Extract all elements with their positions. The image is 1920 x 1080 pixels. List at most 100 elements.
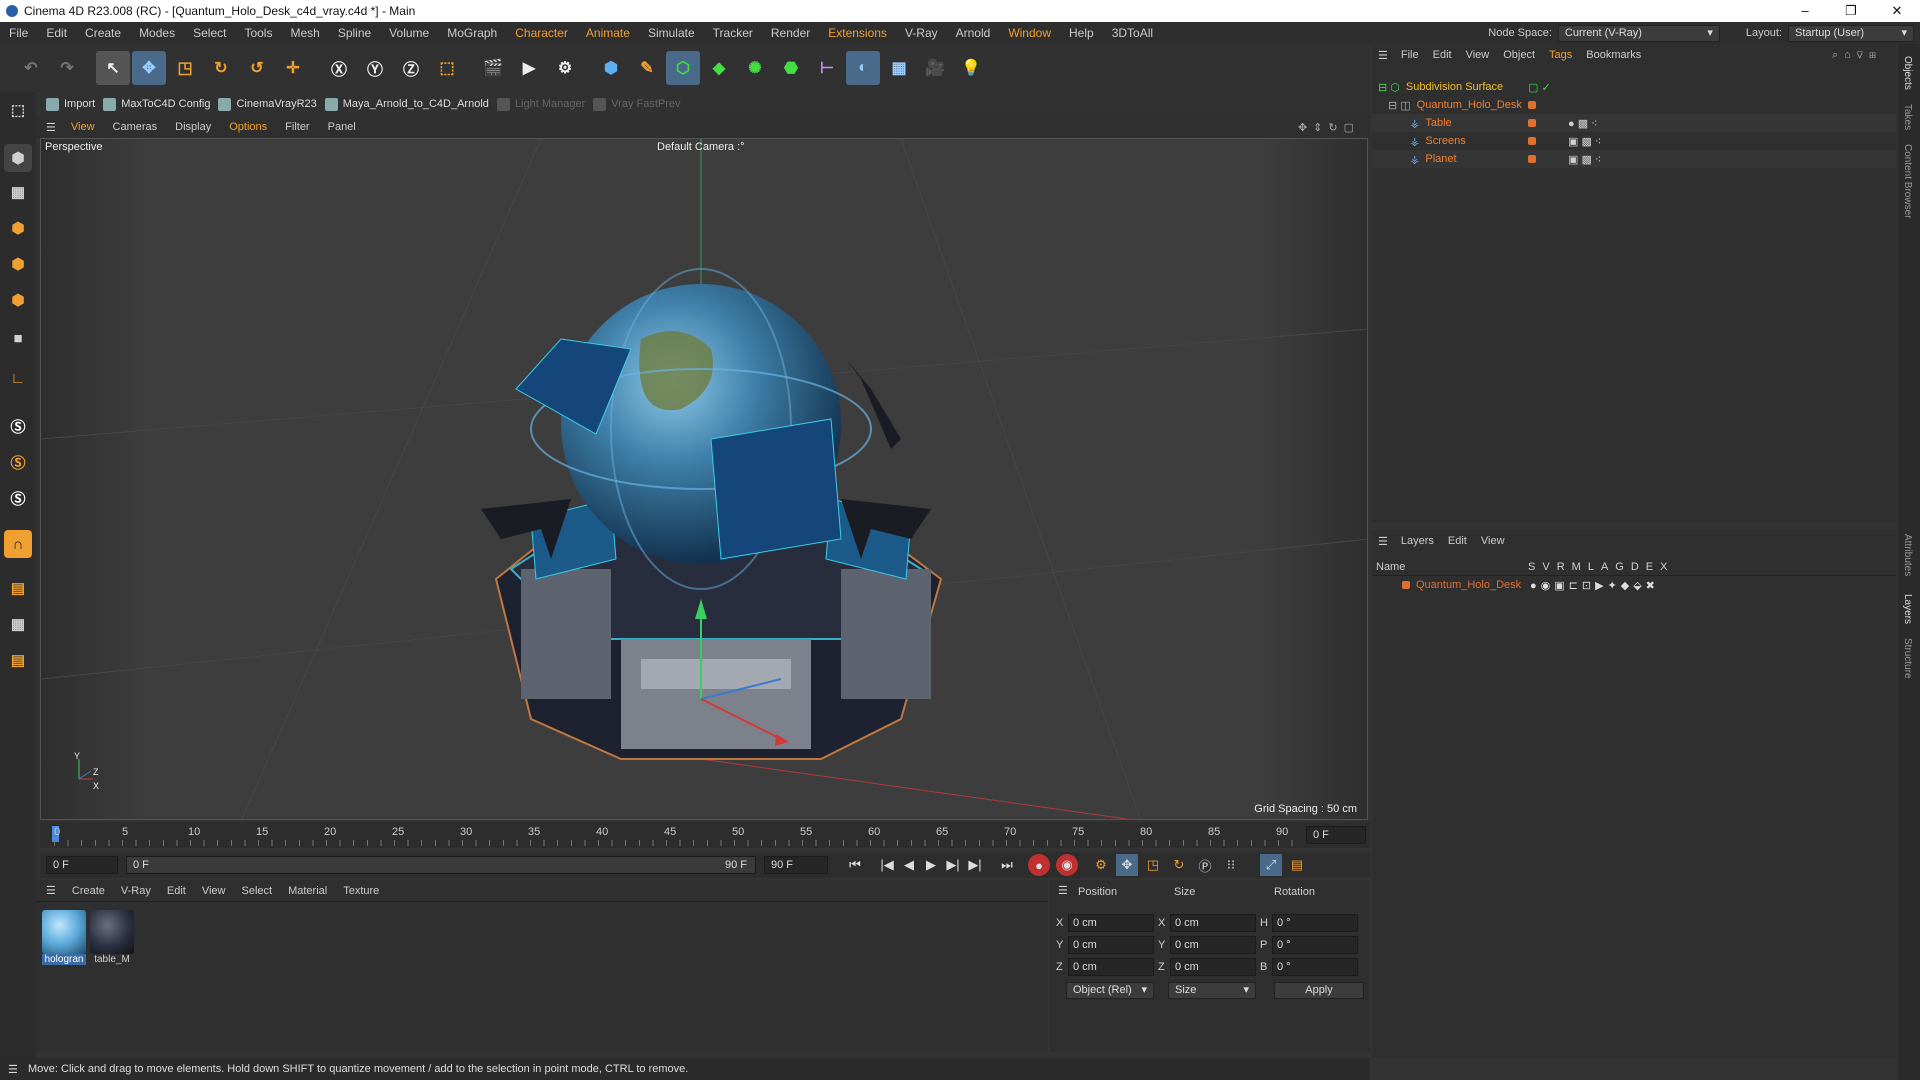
workplane-icon[interactable]: ▤ xyxy=(4,574,32,602)
menu-animate[interactable]: Animate xyxy=(577,26,639,40)
undo-icon[interactable]: ↶ xyxy=(14,51,48,85)
x-axis-lock-icon[interactable]: Ⓧ xyxy=(322,51,356,85)
viewport-nav-icons[interactable]: ✥⇕↻▢ xyxy=(1298,121,1360,134)
viewport-menu-view[interactable]: View xyxy=(62,121,104,133)
viewport-menu-panel[interactable]: Panel xyxy=(319,121,365,133)
plugin-maxtoc4d[interactable]: MaxToC4D Config xyxy=(103,97,210,111)
record-icon[interactable]: ● xyxy=(1028,854,1050,876)
viewport-camera[interactable]: Default Camera :° xyxy=(657,141,745,153)
menu-help[interactable]: Help xyxy=(1060,26,1103,40)
menu-tracker[interactable]: Tracker xyxy=(704,26,762,40)
viewport-menu-display[interactable]: Display xyxy=(166,121,220,133)
object-checkmark-icon[interactable]: ▢ ✓ xyxy=(1528,81,1551,94)
menu-mograph[interactable]: MoGraph xyxy=(438,26,506,40)
plugin-vray-fastprev[interactable]: Vray FastPrev xyxy=(593,97,681,111)
current-frame-field[interactable]: 0 F xyxy=(1306,826,1366,844)
material-menu-vray[interactable]: V-Ray xyxy=(113,885,159,897)
3d-viewport[interactable]: Perspective Default Camera :° Grid Spaci… xyxy=(40,138,1368,820)
menu-create[interactable]: Create xyxy=(76,26,130,40)
material-menu-icon[interactable]: ☰ xyxy=(36,884,64,897)
tab-takes[interactable]: Takes xyxy=(1902,104,1913,130)
material-menu-create[interactable]: Create xyxy=(64,885,113,897)
tab-objects[interactable]: Objects xyxy=(1902,56,1913,90)
add-tool-icon[interactable]: ✛ xyxy=(276,51,310,85)
menu-mesh[interactable]: Mesh xyxy=(281,26,328,40)
render-settings-icon[interactable]: ⚙ xyxy=(548,51,582,85)
status-menu-icon[interactable]: ☰ xyxy=(8,1063,18,1076)
z-axis-lock-icon[interactable]: Ⓩ xyxy=(394,51,428,85)
recent-tool-icon[interactable]: ↺ xyxy=(240,51,274,85)
motion-system-icon[interactable]: ⤢ xyxy=(1260,854,1282,876)
menu-3dtoall[interactable]: 3DToAll xyxy=(1103,26,1162,40)
start-frame-field[interactable]: 0 F xyxy=(46,856,118,874)
tab-content-browser[interactable]: Content Browser xyxy=(1902,144,1913,218)
keyframe-selection-icon[interactable]: ⚙ xyxy=(1090,854,1112,876)
extrude-icon[interactable]: ◆ xyxy=(702,51,736,85)
scale-tool-icon[interactable]: ◳ xyxy=(168,51,202,85)
menu-edit[interactable]: Edit xyxy=(37,26,76,40)
quantize-icon[interactable]: Ⓢ xyxy=(4,484,32,512)
menu-select[interactable]: Select xyxy=(184,26,235,40)
layer-menu-view[interactable]: View xyxy=(1474,535,1512,547)
layer-flag-icons[interactable]: ●◉▣⊏⊡▶✦◆⬙✖ xyxy=(1530,579,1659,592)
model-mode-icon[interactable]: ⬢ xyxy=(4,144,32,172)
menu-tools[interactable]: Tools xyxy=(235,26,281,40)
material-tag-icon[interactable]: ▣ ▩ ⁖ xyxy=(1568,153,1601,166)
size-z-field[interactable]: 0 cm xyxy=(1170,958,1256,976)
object-row-table[interactable]: ⚶ Table ● ▩ ⁖ xyxy=(1372,114,1896,132)
menu-file[interactable]: File xyxy=(0,26,37,40)
menu-arnold[interactable]: Arnold xyxy=(947,26,1000,40)
size-y-field[interactable]: 0 cm xyxy=(1170,936,1256,954)
coord-mode-dropdown[interactable]: Object (Rel) ▾ xyxy=(1066,982,1154,999)
plugin-cinemavray[interactable]: CinemaVrayR23 xyxy=(218,97,317,111)
viewport-menu-cameras[interactable]: Cameras xyxy=(104,121,167,133)
key-scale-icon[interactable]: ◳ xyxy=(1142,854,1164,876)
y-axis-lock-icon[interactable]: Ⓨ xyxy=(358,51,392,85)
texture-mode-icon[interactable]: ▦ xyxy=(4,178,32,206)
pen-icon[interactable]: ✎ xyxy=(630,51,664,85)
position-z-field[interactable]: 0 cm xyxy=(1068,958,1154,976)
material-swatch-table[interactable]: table_M xyxy=(90,910,134,965)
snap-settings-icon[interactable]: Ⓢ xyxy=(4,448,32,476)
subdivision-icon[interactable]: ⬡ xyxy=(666,51,700,85)
menu-spline[interactable]: Spline xyxy=(329,26,380,40)
autokey-icon[interactable]: ◉ xyxy=(1056,854,1078,876)
next-key-icon[interactable]: ▶| xyxy=(964,854,986,876)
deformer-icon[interactable]: ⊢ xyxy=(810,51,844,85)
key-rotation-icon[interactable]: ↻ xyxy=(1168,854,1190,876)
material-menu-material[interactable]: Material xyxy=(280,885,335,897)
tab-attributes[interactable]: Attributes xyxy=(1902,534,1913,576)
edge-mode-icon[interactable]: ⬢ xyxy=(4,250,32,278)
cube-icon[interactable]: ⬢ xyxy=(594,51,628,85)
viewport-menu-icon[interactable]: ☰ xyxy=(36,121,62,134)
tab-layers[interactable]: Layers xyxy=(1902,594,1913,624)
object-row-quantum-holo-desk[interactable]: ⊟ ◫ Quantum_Holo_Desk xyxy=(1372,96,1896,114)
material-menu-texture[interactable]: Texture xyxy=(335,885,387,897)
end-frame-field[interactable]: 90 F xyxy=(764,856,828,874)
node-space-dropdown[interactable]: Current (V-Ray) ▾ xyxy=(1557,24,1720,42)
object-menu-icon[interactable]: ☰ xyxy=(1372,49,1394,62)
select-tool-icon[interactable]: ↖ xyxy=(96,51,130,85)
object-menu-edit[interactable]: Edit xyxy=(1426,49,1459,61)
menu-character[interactable]: Character xyxy=(506,26,577,40)
menu-extensions[interactable]: Extensions xyxy=(819,26,896,40)
timeline[interactable]: 0 5 10 15 20 25 30 35 40 45 50 55 60 65 … xyxy=(40,822,1370,848)
tab-structure[interactable]: Structure xyxy=(1902,638,1913,679)
menu-vray[interactable]: V-Ray xyxy=(896,26,947,40)
material-tag-icon[interactable]: ▣ ▩ ⁖ xyxy=(1568,135,1601,148)
plugin-maya-arnold[interactable]: Maya_Arnold_to_C4D_Arnold xyxy=(324,97,489,111)
next-frame-icon[interactable]: ▶| xyxy=(942,854,964,876)
play-icon[interactable]: ▶ xyxy=(920,854,942,876)
material-menu-view[interactable]: View xyxy=(194,885,234,897)
size-x-field[interactable]: 0 cm xyxy=(1170,914,1256,932)
uv-mode-icon[interactable]: ■ xyxy=(4,324,32,352)
coordinate-system-icon[interactable]: ⬚ xyxy=(430,51,464,85)
viewport-menu-filter[interactable]: Filter xyxy=(276,121,318,133)
viewport-menu-options[interactable]: Options xyxy=(220,121,276,133)
field-icon[interactable]: ◐ xyxy=(846,51,880,85)
material-swatch-hologram[interactable]: hologran xyxy=(42,910,86,965)
coord-menu-icon[interactable]: ☰ xyxy=(1058,884,1068,897)
object-search-icons[interactable]: ⌕⌂⊽⊞ xyxy=(1832,49,1882,62)
menu-modes[interactable]: Modes xyxy=(130,26,184,40)
axis-mode-icon[interactable]: ∟ xyxy=(4,364,32,392)
